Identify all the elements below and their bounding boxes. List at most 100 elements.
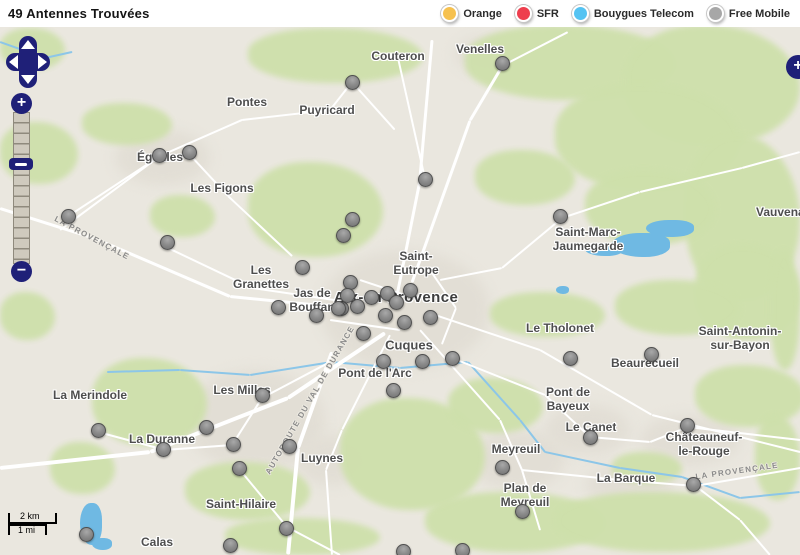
antenna-marker[interactable]: [355, 325, 371, 341]
vegetation-area: [555, 492, 770, 552]
antenna-marker[interactable]: [385, 382, 401, 398]
pan-up-button[interactable]: [21, 40, 35, 49]
legend-item-sfr[interactable]: SFR: [514, 5, 559, 22]
antenna-marker[interactable]: [417, 171, 433, 187]
antenna-marker[interactable]: [281, 438, 297, 454]
map-place-label: Saint- Eutrope: [393, 248, 439, 277]
antenna-marker[interactable]: [395, 543, 411, 555]
map-place-label: Le Tholonet: [526, 320, 594, 335]
antenna-marker[interactable]: [344, 211, 360, 227]
page-title: 49 Antennes Trouvées: [8, 6, 150, 21]
pan-right-button[interactable]: [38, 55, 47, 69]
antenna-marker[interactable]: [643, 346, 659, 362]
map-place-label: Saint-Hilaire: [205, 496, 277, 511]
antenna-marker[interactable]: [225, 436, 241, 452]
antenna-marker[interactable]: [514, 503, 530, 519]
antenna-marker[interactable]: [78, 526, 94, 542]
antenna-marker[interactable]: [396, 314, 412, 330]
map-place-label: Pont de Bayeux: [546, 384, 590, 413]
road: [69, 155, 161, 216]
antenna-marker[interactable]: [582, 429, 598, 445]
map-place-label: Couteron: [371, 48, 425, 63]
antenna-marker[interactable]: [388, 294, 404, 310]
legend-item-bouygues-telecom[interactable]: Bouygues Telecom: [571, 5, 694, 22]
map-place-label: Pont de l'Arc: [338, 365, 412, 380]
legend-label: Free Mobile: [728, 7, 790, 20]
antenna-marker[interactable]: [231, 460, 247, 476]
zoom-slider-handle[interactable]: [9, 158, 33, 170]
header-bar: 49 Antennes Trouvées Orange SFR Bouygues T…: [0, 0, 800, 27]
antenna-marker[interactable]: [278, 520, 294, 536]
zoom-slider-track[interactable]: [13, 112, 30, 264]
lake: [646, 220, 694, 237]
vegetation-area: [0, 292, 55, 340]
antenna-marker[interactable]: [339, 287, 355, 303]
vegetation-area: [755, 415, 800, 500]
antenna-marker[interactable]: [155, 441, 171, 457]
antenna-map-app: + − + 2 km 1 mi LA PROVENÇALE AUTOROUTE D…: [0, 0, 800, 555]
carrier-legend: Orange SFR Bouygues Telecom Free Mobile: [441, 5, 792, 22]
antenna-marker[interactable]: [159, 234, 175, 250]
antenna-marker[interactable]: [222, 537, 238, 553]
antenna-marker[interactable]: [414, 353, 430, 369]
vegetation-area: [448, 378, 543, 433]
lake: [556, 286, 569, 294]
legend-item-free-mobile[interactable]: Free Mobile: [706, 5, 790, 22]
map-place-label: Vauvenargues: [756, 204, 800, 219]
scale-km-label: 2 km: [20, 511, 40, 521]
map-place-label: La Barque: [596, 470, 656, 485]
vegetation-area: [50, 442, 115, 494]
lake: [92, 538, 112, 550]
antenna-marker[interactable]: [562, 350, 578, 366]
legend-label: Bouygues Telecom: [593, 7, 694, 20]
map-place-label: Venelles: [455, 41, 505, 56]
antenna-marker[interactable]: [377, 307, 393, 323]
antenna-marker[interactable]: [552, 208, 568, 224]
antenna-marker[interactable]: [494, 55, 510, 71]
antenna-marker[interactable]: [363, 289, 379, 305]
antenna-marker[interactable]: [444, 350, 460, 366]
antenna-marker[interactable]: [294, 259, 310, 275]
antenna-marker[interactable]: [335, 227, 351, 243]
antenna-marker[interactable]: [308, 307, 324, 323]
pan-down-button[interactable]: [21, 75, 35, 84]
antenna-marker[interactable]: [60, 208, 76, 224]
legend-item-orange[interactable]: Orange: [441, 5, 502, 22]
antenna-marker[interactable]: [679, 417, 695, 433]
legend-label: SFR: [536, 7, 559, 20]
antenna-marker[interactable]: [151, 147, 167, 163]
antenna-marker[interactable]: [422, 309, 438, 325]
antenna-marker[interactable]: [344, 74, 360, 90]
zoom-in-button[interactable]: +: [11, 93, 32, 114]
zoom-out-button[interactable]: −: [11, 261, 32, 282]
map-place-label: Saint-Antonin- sur-Bayon: [698, 323, 782, 352]
road: [351, 81, 396, 131]
zoom-slider-handle-slot: [15, 162, 27, 166]
antenna-marker[interactable]: [90, 422, 106, 438]
pan-left-button[interactable]: [9, 55, 18, 69]
map-place-label: Les Figons: [190, 180, 254, 195]
legend-label: Orange: [463, 7, 502, 20]
map-place-label: Cuques: [385, 337, 433, 353]
vegetation-area: [248, 162, 383, 257]
vegetation-area: [150, 195, 215, 237]
vegetation-area: [475, 150, 575, 205]
antenna-marker[interactable]: [270, 299, 286, 315]
vegetation-area: [82, 103, 172, 145]
map-place-label: Châteauneuf- le-Rouge: [665, 429, 743, 458]
antenna-marker[interactable]: [685, 476, 701, 492]
map-place-label: Luynes: [300, 450, 344, 465]
map-place-label: Pontes: [226, 94, 268, 109]
road: [397, 57, 426, 180]
antenna-marker[interactable]: [181, 144, 197, 160]
antenna-marker[interactable]: [198, 419, 214, 435]
antenna-marker[interactable]: [254, 387, 270, 403]
antenna-marker[interactable]: [375, 353, 391, 369]
map-place-label: La Merindole: [52, 387, 128, 402]
antenna-marker[interactable]: [402, 282, 418, 298]
vegetation-area: [0, 122, 78, 184]
antenna-marker[interactable]: [454, 542, 470, 555]
antenna-marker[interactable]: [494, 459, 510, 475]
antenna-marker[interactable]: [330, 300, 346, 316]
map-canvas[interactable]: + − + 2 km 1 mi LA PROVENÇALE AUTOROUTE D…: [0, 0, 800, 555]
